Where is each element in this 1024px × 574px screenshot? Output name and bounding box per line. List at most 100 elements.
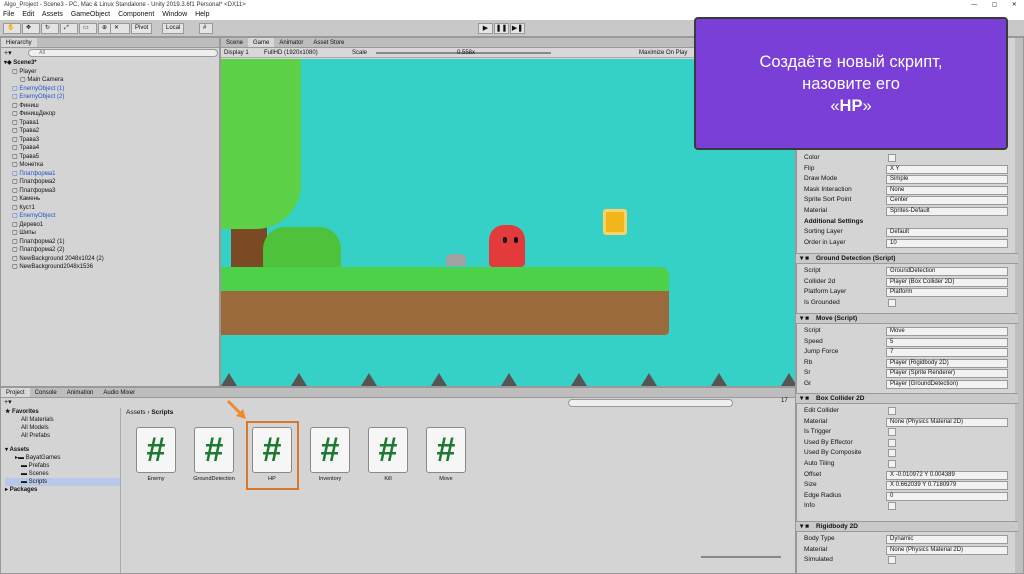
folder-item[interactable]: ▬ Scenes: [5, 470, 120, 478]
resolution-select[interactable]: FullHD (1920x1080): [264, 48, 318, 58]
create-icon[interactable]: +▾: [4, 49, 12, 57]
property-field[interactable]: Player (Box Collider 2D): [886, 277, 1008, 287]
property-field[interactable]: Player (GroundDetection): [886, 380, 1008, 389]
property-field[interactable]: None (Physics Material 2D): [886, 417, 1008, 427]
property-field[interactable]: Simple: [886, 175, 1008, 185]
play-button[interactable]: ▶: [478, 23, 493, 34]
additional-settings-header[interactable]: Additional Settings: [798, 217, 1014, 228]
hierarchy-item[interactable]: ▢ NewBackground2048x1536: [4, 263, 219, 272]
property-field[interactable]: Move: [886, 327, 1008, 336]
hierarchy-item[interactable]: ▾◆ Scene3*: [4, 59, 219, 68]
property-checkbox[interactable]: [888, 460, 896, 468]
rotate-tool-icon[interactable]: ↻: [41, 23, 59, 34]
hierarchy-item[interactable]: ▢ Трава4: [4, 144, 219, 153]
hierarchy-item[interactable]: ▢ Дерево1: [4, 221, 219, 230]
script-asset[interactable]: # Inventory: [308, 427, 352, 482]
tab-console[interactable]: Console: [30, 388, 62, 397]
hierarchy-search-input[interactable]: All: [28, 49, 218, 57]
property-checkbox[interactable]: [888, 428, 896, 437]
property-field[interactable]: GroundDetection: [886, 267, 1008, 276]
step-button[interactable]: ▶❚: [510, 23, 525, 34]
tab-scene[interactable]: Scene: [221, 38, 248, 47]
property-field[interactable]: 10: [886, 238, 1008, 248]
script-asset[interactable]: # Move: [424, 427, 468, 482]
scale-tool-icon[interactable]: ⤢: [60, 23, 78, 34]
property-field[interactable]: Player (Rigidbody 2D): [886, 358, 1008, 368]
pivot-button[interactable]: Pivot: [131, 23, 153, 34]
menu-gameobject[interactable]: GameObject: [71, 11, 110, 18]
hierarchy-item[interactable]: ▢ Платформа2 (1): [4, 238, 219, 247]
property-checkbox[interactable]: [888, 438, 896, 447]
property-field[interactable]: None: [886, 185, 1008, 195]
hierarchy-item[interactable]: ▢ EnemyObject (1): [4, 85, 219, 94]
project-create-icon[interactable]: +▾: [4, 398, 12, 406]
tab-audio-mixer[interactable]: Audio Mixer: [98, 388, 140, 397]
property-checkbox[interactable]: [888, 154, 896, 162]
local-button[interactable]: Local: [162, 23, 185, 34]
property-checkbox[interactable]: [888, 298, 896, 307]
inspector-scrollbar[interactable]: [1015, 38, 1023, 573]
hierarchy-item[interactable]: ▢ NewBackground 2048x1024 (2): [4, 255, 219, 264]
folder-item-selected[interactable]: ▬ Scripts: [5, 478, 120, 486]
property-field[interactable]: X -0.010972 Y 0.004389: [886, 470, 1008, 480]
hierarchy-item[interactable]: ▢ Куст1: [4, 204, 219, 213]
property-field[interactable]: Player (Sprite Renderer): [886, 369, 1008, 379]
tab-animator[interactable]: Animator: [274, 38, 308, 47]
hierarchy-item[interactable]: ▢ Трава3: [4, 136, 219, 145]
menu-help[interactable]: Help: [195, 11, 209, 18]
tab-asset-store[interactable]: Asset Store: [308, 38, 349, 47]
menu-component[interactable]: Component: [118, 11, 154, 18]
move-tool-icon[interactable]: ✥: [22, 23, 40, 34]
property-field[interactable]: 5: [886, 337, 1008, 347]
breadcrumb-current[interactable]: Scripts: [151, 409, 173, 416]
breadcrumb-root[interactable]: Assets: [126, 409, 146, 416]
project-search-input[interactable]: [568, 399, 733, 407]
property-field[interactable]: 7: [886, 348, 1008, 358]
folder-item[interactable]: ▸▬ BayatGames: [5, 454, 120, 462]
property-field[interactable]: Center: [886, 196, 1008, 206]
favorites-header[interactable]: ★ Favorites: [5, 408, 120, 416]
hierarchy-item[interactable]: ▢ ФинишДекор: [4, 110, 219, 119]
script-asset[interactable]: # Enemy: [134, 427, 178, 482]
favorite-item[interactable]: All Prefabs: [5, 432, 120, 440]
component-header[interactable]: ▾ ■ Rigidbody 2D: [796, 521, 1018, 532]
menu-edit[interactable]: Edit: [22, 11, 34, 18]
script-asset[interactable]: # GroundDetection: [192, 427, 236, 482]
property-checkbox[interactable]: [888, 449, 896, 458]
custom-tool-icon[interactable]: ✕: [110, 23, 130, 34]
rect-tool-icon[interactable]: ▭: [79, 23, 97, 34]
property-field[interactable]: X 0.662039 Y 0.7180979: [886, 481, 1008, 491]
component-header[interactable]: ▾ ■ Box Collider 2D: [796, 393, 1018, 404]
property-field[interactable]: X Y: [886, 164, 1008, 174]
hierarchy-item[interactable]: ▢ Платформа2: [4, 178, 219, 187]
grid-snap-icon[interactable]: #: [199, 23, 213, 34]
hierarchy-item[interactable]: ▢ Платформа2 (2): [4, 246, 219, 255]
property-checkbox[interactable]: [888, 407, 896, 415]
tab-game[interactable]: Game: [248, 38, 275, 47]
hierarchy-item[interactable]: ▢ EnemyObject: [4, 212, 219, 221]
hierarchy-item[interactable]: ▢ Трава2: [4, 127, 219, 136]
tab-project[interactable]: Project: [1, 388, 30, 397]
hierarchy-item[interactable]: ▢ Финиш: [4, 102, 219, 111]
hierarchy-item[interactable]: ▢ Камень: [4, 195, 219, 204]
hierarchy-item[interactable]: ▢ Монетка: [4, 161, 219, 170]
display-select[interactable]: Display 1: [224, 48, 249, 58]
tab-animation[interactable]: Animation: [62, 388, 99, 397]
property-checkbox[interactable]: [888, 556, 896, 565]
minimize-icon[interactable]: —: [971, 0, 977, 10]
component-header[interactable]: ▾ ■ Move (Script): [796, 313, 1018, 324]
hierarchy-item[interactable]: ▢ Трава5: [4, 153, 219, 162]
property-field[interactable]: Default: [886, 228, 1008, 238]
property-field[interactable]: None (Physics Material 2D): [886, 545, 1008, 555]
icon-size-slider[interactable]: [701, 556, 781, 558]
packages-header[interactable]: ▸ Packages: [5, 486, 120, 494]
favorite-item[interactable]: All Materials: [5, 416, 120, 424]
hierarchy-item[interactable]: ▢ Платформа3: [4, 187, 219, 196]
script-asset[interactable]: # Kill: [366, 427, 410, 482]
assets-header[interactable]: ▾ Assets: [5, 446, 120, 454]
hierarchy-item[interactable]: ▢ Player: [4, 68, 219, 77]
maximize-icon[interactable]: ▢: [992, 0, 998, 10]
pause-button[interactable]: ❚❚: [494, 23, 509, 34]
property-field[interactable]: 0: [886, 491, 1008, 501]
hierarchy-item[interactable]: ▢ Шипы: [4, 229, 219, 238]
